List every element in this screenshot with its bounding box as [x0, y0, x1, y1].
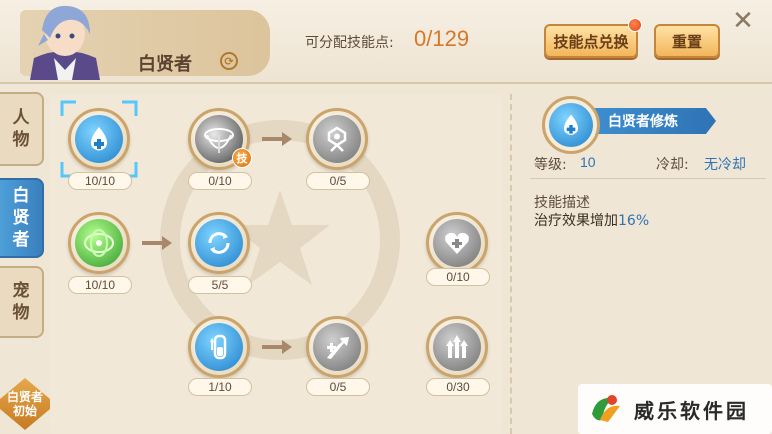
skill-level-label: 0/10	[188, 172, 252, 190]
healing-drop-icon	[75, 115, 123, 163]
detail-skill-icon	[542, 96, 600, 154]
skill-node-green-aura[interactable]	[68, 212, 130, 274]
site-name: 威乐软件园	[634, 398, 749, 423]
character-avatar	[20, 0, 110, 80]
tab-pet-char-1: 宠	[12, 281, 30, 301]
close-icon[interactable]: ✕	[728, 6, 758, 36]
heal-boost-icon	[313, 323, 361, 371]
vial-icon	[195, 323, 243, 371]
skill-level-label: 10/10	[68, 276, 132, 294]
skill-level-label: 0/5	[306, 378, 370, 396]
healing-drop-icon	[549, 103, 593, 147]
cycle-icon	[195, 219, 243, 267]
skill-node-healing-drop[interactable]	[68, 108, 130, 170]
switch-class-icon[interactable]: ⟳	[220, 52, 238, 70]
notification-dot-icon	[628, 18, 642, 32]
level-label: 等级:	[534, 157, 567, 173]
description-value: 16%	[618, 213, 650, 229]
skill-node-heal-boost[interactable]	[306, 316, 368, 378]
available-points-label: 可分配技能点:	[305, 35, 394, 51]
cooldown-value: 无冷却	[704, 157, 746, 173]
green-aura-icon	[75, 219, 123, 267]
description-text: 治疗效果增加16%	[534, 210, 649, 230]
class-switch-sub: 初始	[12, 404, 37, 418]
tab-character-char-2: 物	[12, 130, 30, 150]
active-skill-badge: 技	[232, 148, 252, 168]
class-name-title: 白贤者	[138, 54, 192, 75]
guardian-icon	[313, 115, 361, 163]
level-value: 10	[580, 154, 596, 170]
arrow-right-icon	[262, 340, 292, 354]
description-body: 治疗效果增加	[534, 213, 618, 229]
tab-pet-char-2: 物	[12, 303, 30, 323]
reset-button[interactable]: 重置	[654, 24, 720, 58]
tab-class[interactable]: 白 贤 者	[0, 178, 44, 258]
detail-divider	[530, 178, 766, 179]
skill-node-heart-plus[interactable]	[426, 212, 488, 274]
skill-level-label: 1/10	[188, 378, 252, 396]
skill-level-label: 10/10	[68, 172, 132, 190]
skill-level-label: 0/30	[426, 378, 490, 396]
tab-character[interactable]: 人 物	[0, 92, 44, 166]
skill-level-label: 0/10	[426, 268, 490, 286]
heart-plus-icon	[433, 219, 481, 267]
skill-level-label: 0/5	[306, 172, 370, 190]
triple-arrow-icon	[433, 323, 481, 371]
skill-node-vial[interactable]	[188, 316, 250, 378]
tab-class-char-1: 白	[12, 186, 30, 206]
description-title: 技能描述	[534, 195, 590, 211]
site-watermark: 威乐软件园	[578, 384, 772, 434]
tab-class-char-2: 贤	[12, 208, 30, 228]
exchange-points-button[interactable]: 技能点兑换	[544, 24, 638, 58]
tab-character-char-1: 人	[12, 108, 30, 128]
skill-node-triple-arrow[interactable]	[426, 316, 488, 378]
cooldown-label: 冷却:	[656, 157, 689, 173]
class-switch-label: 白贤者	[6, 390, 43, 404]
available-points-value: 0/129	[414, 26, 470, 51]
tab-class-char-3: 者	[12, 230, 30, 250]
class-switch-badge[interactable]: 白贤者 初始	[0, 378, 56, 430]
top-header: 白贤者 ⟳ 可分配技能点: 0/129 技能点兑换 重置 ✕	[0, 0, 772, 84]
site-logo-icon	[592, 395, 620, 422]
arrow-right-icon	[262, 132, 292, 146]
skill-node-guardian[interactable]	[306, 108, 368, 170]
tab-pet[interactable]: 宠 物	[0, 266, 44, 338]
arrow-right-icon	[142, 236, 172, 250]
skill-node-cycle[interactable]	[188, 212, 250, 274]
skill-name-banner: 白贤者修炼	[590, 108, 716, 134]
skill-level-label: 5/5	[188, 276, 252, 294]
